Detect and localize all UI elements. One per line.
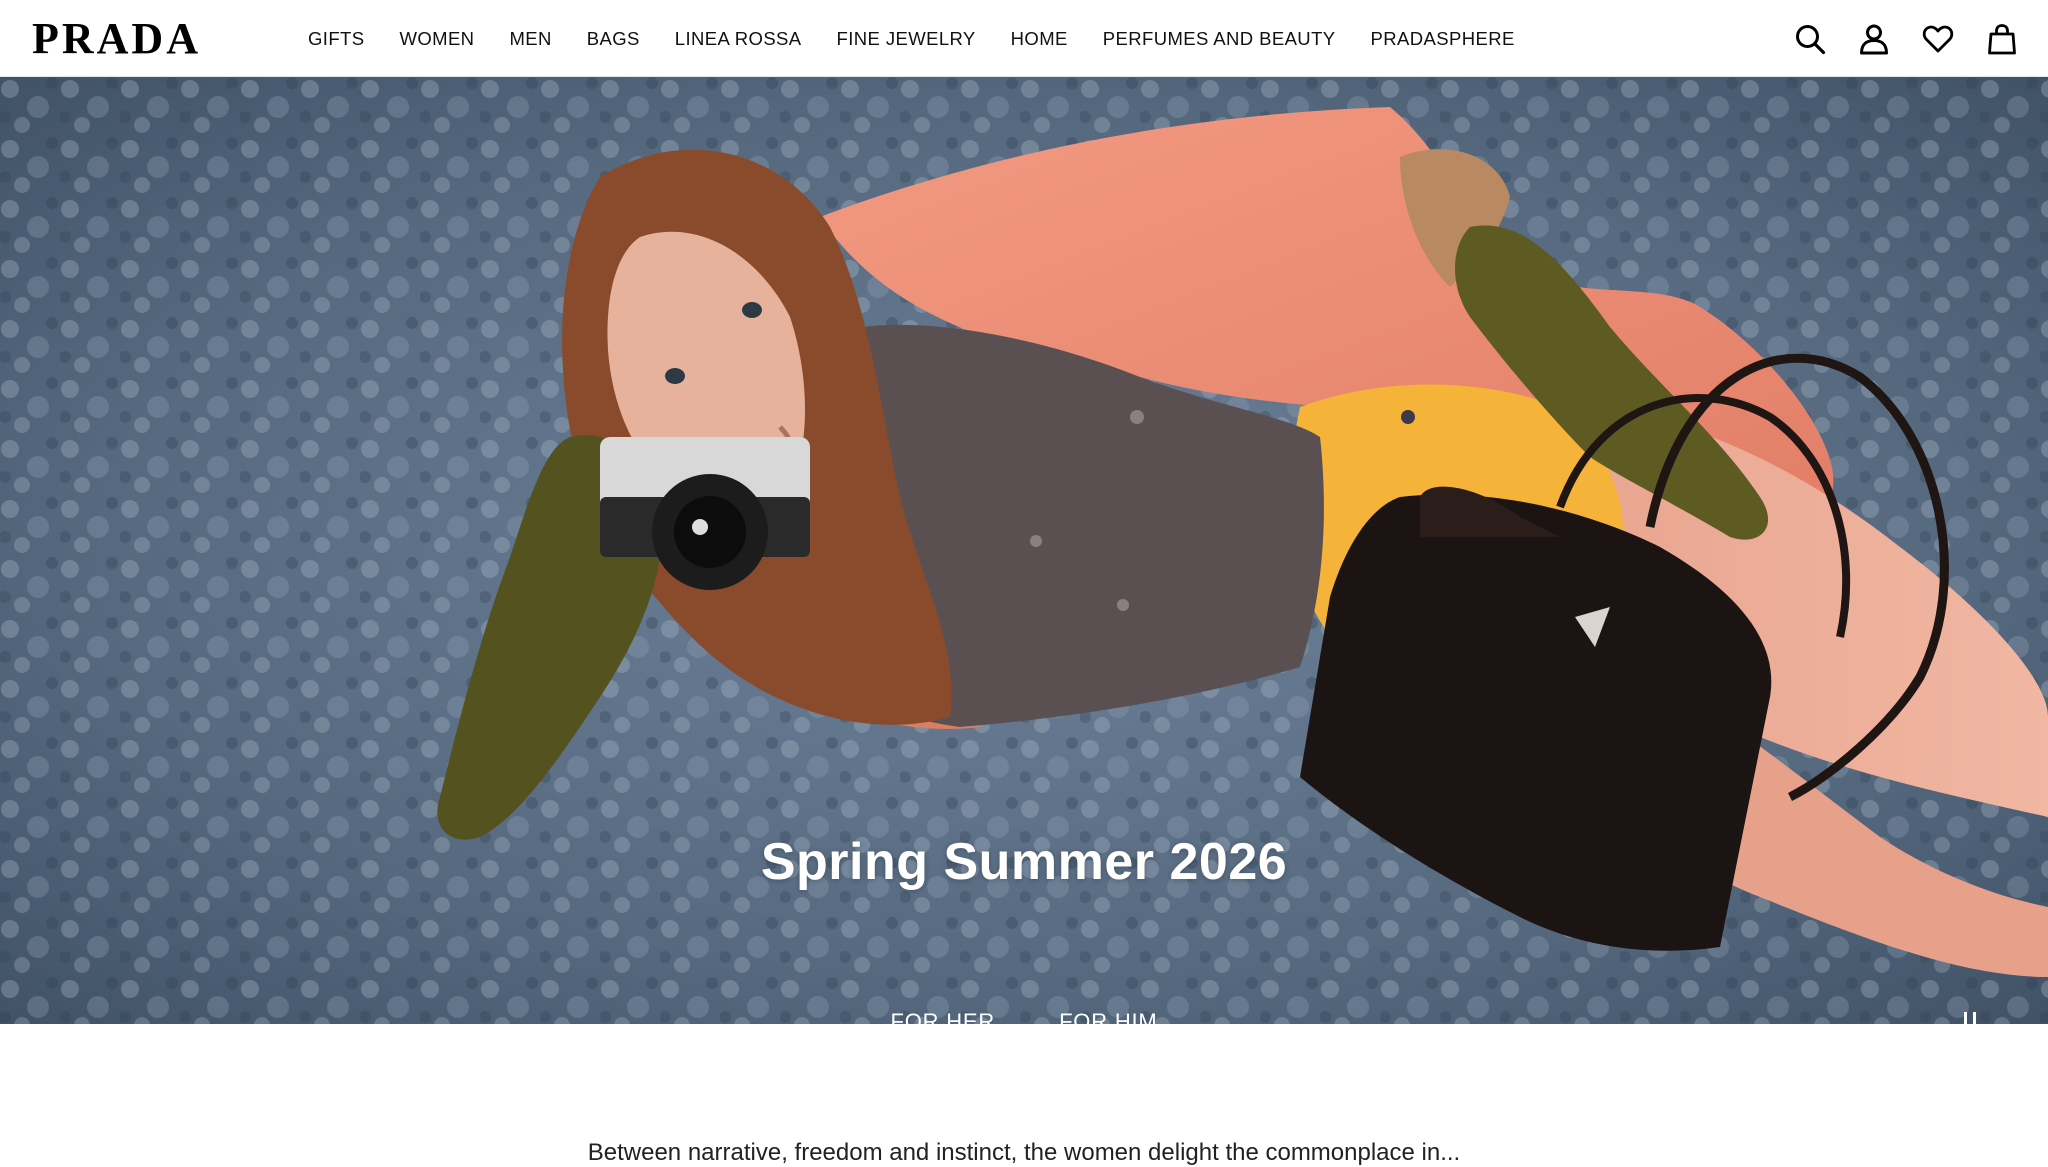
for-her-link[interactable]: FOR HER xyxy=(890,1009,995,1024)
hero-title: Spring Summer 2026 xyxy=(760,833,1288,891)
nav-item-home[interactable]: HOME xyxy=(1011,28,1068,50)
for-him-link[interactable]: FOR HIM xyxy=(1059,1009,1157,1024)
nav-item-perfumes-and-beauty[interactable]: PERFUMES AND BEAUTY xyxy=(1103,28,1336,50)
nav-item-linea-rossa[interactable]: LINEA ROSSA xyxy=(675,28,802,50)
main-nav: GIFTS WOMEN MEN BAGS LINEA ROSSA FINE JE… xyxy=(308,0,1515,77)
intro-text: Between narrative, freedom and instinct,… xyxy=(587,1139,1461,1166)
nav-item-gifts[interactable]: GIFTS xyxy=(308,28,364,50)
wishlist-heart-icon[interactable] xyxy=(1922,23,1954,55)
nav-item-pradasphere[interactable]: PRADASPHERE xyxy=(1371,28,1515,50)
hero-links: FOR HER FOR HIM xyxy=(0,1009,2048,1024)
search-icon[interactable] xyxy=(1794,23,1826,55)
nav-item-women[interactable]: WOMEN xyxy=(399,28,474,50)
hero-banner[interactable]: Spring Summer 2026 FOR HER FOR HIM xyxy=(0,77,2048,1024)
account-icon[interactable] xyxy=(1858,23,1890,55)
site-header: PRADA GIFTS WOMEN MEN BAGS LINEA ROSSA F… xyxy=(0,0,2048,77)
nav-item-men[interactable]: MEN xyxy=(509,28,551,50)
intro-section: Between narrative, freedom and instinct,… xyxy=(0,1024,2048,1166)
pause-icon[interactable] xyxy=(1957,1012,1983,1024)
pause-bar xyxy=(1973,1012,1976,1024)
pause-bar xyxy=(1964,1012,1967,1024)
nav-item-fine-jewelry[interactable]: FINE JEWELRY xyxy=(837,28,976,50)
prada-logo[interactable]: PRADA xyxy=(32,17,201,61)
nav-item-bags[interactable]: BAGS xyxy=(587,28,640,50)
header-icons xyxy=(1794,0,2018,77)
shopping-bag-icon[interactable] xyxy=(1986,23,2018,55)
